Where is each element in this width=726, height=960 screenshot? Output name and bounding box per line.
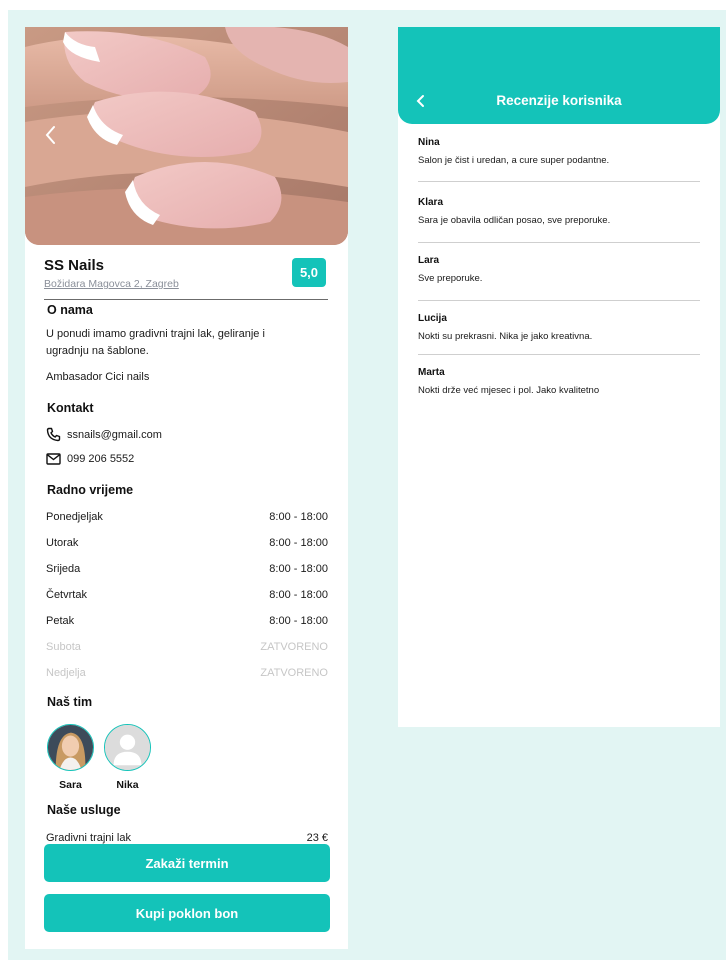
review-text: Sara je obavila odličan posao, sve prepo…	[418, 215, 611, 226]
hours-row: Utorak 8:00 - 18:00	[46, 537, 328, 549]
book-appointment-button[interactable]: Zakaži termin	[44, 844, 330, 882]
hours-row: Petak 8:00 - 18:00	[46, 615, 328, 627]
service-item[interactable]: Gradivni trajni lak 23 €	[46, 832, 328, 844]
hours-day: Subota	[46, 641, 81, 653]
review-item: Lara Sve preporuke.	[418, 255, 700, 284]
hours-time: ZATVORENO	[260, 641, 328, 653]
review-divider	[418, 354, 700, 355]
review-author: Marta	[418, 367, 445, 378]
team-member-name: Sara	[59, 779, 82, 791]
hours-time: 8:00 - 18:00	[269, 615, 328, 627]
hours-time: ZATVORENO	[260, 667, 328, 679]
salon-profile-screen: SS Nails Božidara Magovca 2, Zagreb 5,0 …	[25, 27, 348, 949]
reviews-title: Recenzije korisnika	[496, 93, 622, 108]
hours-row-closed: Nedjelja ZATVORENO	[46, 667, 328, 679]
contact-phone-row[interactable]: 099 206 5552	[46, 453, 134, 465]
team-list: Sara Nika	[47, 724, 151, 791]
review-author: Klara	[418, 197, 444, 208]
salon-name: SS Nails	[44, 257, 105, 274]
service-price: 23 €	[306, 832, 328, 844]
envelope-icon	[46, 453, 61, 465]
contact-email: ssnails@gmail.com	[67, 428, 162, 441]
reviews-screen: Recenzije korisnika Nina Salon je čist i…	[398, 27, 720, 727]
salon-address-link[interactable]: Božidara Magovca 2, Zagreb	[44, 278, 179, 290]
review-author: Nina	[418, 137, 440, 148]
team-member-name: Nika	[116, 779, 139, 791]
avatar-placeholder-icon	[104, 724, 151, 771]
review-text: Salon je čist i uredan, a cure super pod…	[418, 155, 610, 166]
review-text: Nokti drže već mjesec i pol. Jako kvalit…	[418, 385, 600, 396]
about-line-3: Ambasador Cici nails	[46, 371, 150, 383]
review-author: Lucija	[418, 313, 447, 324]
rating-badge: 5,0	[292, 258, 326, 287]
about-title: O nama	[47, 303, 93, 317]
review-text: Sve preporuke.	[418, 273, 483, 284]
back-chevron-icon[interactable]	[41, 123, 61, 147]
hours-day: Srijeda	[46, 563, 81, 575]
phone-icon	[46, 427, 61, 442]
hours-day: Petak	[46, 615, 75, 627]
hours-day: Četvrtak	[46, 589, 87, 601]
contact-title: Kontakt	[47, 401, 94, 415]
review-item: Lucija Nokti su prekrasni. Nika je jako …	[418, 313, 700, 342]
about-line-2: ugradnju na šablone.	[46, 345, 149, 357]
review-item: Marta Nokti drže već mjesec i pol. Jako …	[418, 367, 700, 396]
hours-title: Radno vrijeme	[47, 483, 134, 497]
salon-hero-image	[25, 27, 348, 245]
review-divider	[418, 181, 700, 182]
avatar	[47, 724, 94, 771]
review-item: Nina Salon je čist i uredan, a cure supe…	[418, 137, 700, 166]
contact-email-row[interactable]: ssnails@gmail.com	[46, 427, 162, 442]
review-item: Klara Sara je obavila odličan posao, sve…	[418, 197, 700, 226]
hours-time: 8:00 - 18:00	[269, 589, 328, 601]
service-name: Gradivni trajni lak	[46, 832, 131, 844]
hours-row: Srijeda 8:00 - 18:00	[46, 563, 328, 575]
hours-row-closed: Subota ZATVORENO	[46, 641, 328, 653]
hours-time: 8:00 - 18:00	[269, 563, 328, 575]
review-divider	[418, 242, 700, 243]
team-member-sara[interactable]: Sara	[47, 724, 94, 791]
hours-row: Četvrtak 8:00 - 18:00	[46, 589, 328, 601]
hours-row: Ponedjeljak 8:00 - 18:00	[46, 511, 328, 523]
team-title: Naš tim	[47, 695, 93, 709]
hours-time: 8:00 - 18:00	[269, 537, 328, 549]
about-line-1: U ponudi imamo gradivni trajni lak, geli…	[46, 328, 265, 340]
divider	[44, 299, 328, 300]
buy-gift-voucher-button[interactable]: Kupi poklon bon	[44, 894, 330, 932]
team-member-nika[interactable]: Nika	[104, 724, 151, 791]
services-title: Naše usluge	[47, 803, 121, 817]
hours-day: Nedjelja	[46, 667, 86, 679]
hours-day: Utorak	[46, 537, 79, 549]
review-author: Lara	[418, 255, 440, 266]
contact-phone: 099 206 5552	[67, 453, 135, 465]
review-divider	[418, 300, 700, 301]
hours-time: 8:00 - 18:00	[269, 511, 328, 523]
review-text: Nokti su prekrasni. Nika je jako kreativ…	[418, 331, 593, 342]
hours-day: Ponedjeljak	[46, 511, 103, 523]
reviews-header	[398, 27, 720, 124]
